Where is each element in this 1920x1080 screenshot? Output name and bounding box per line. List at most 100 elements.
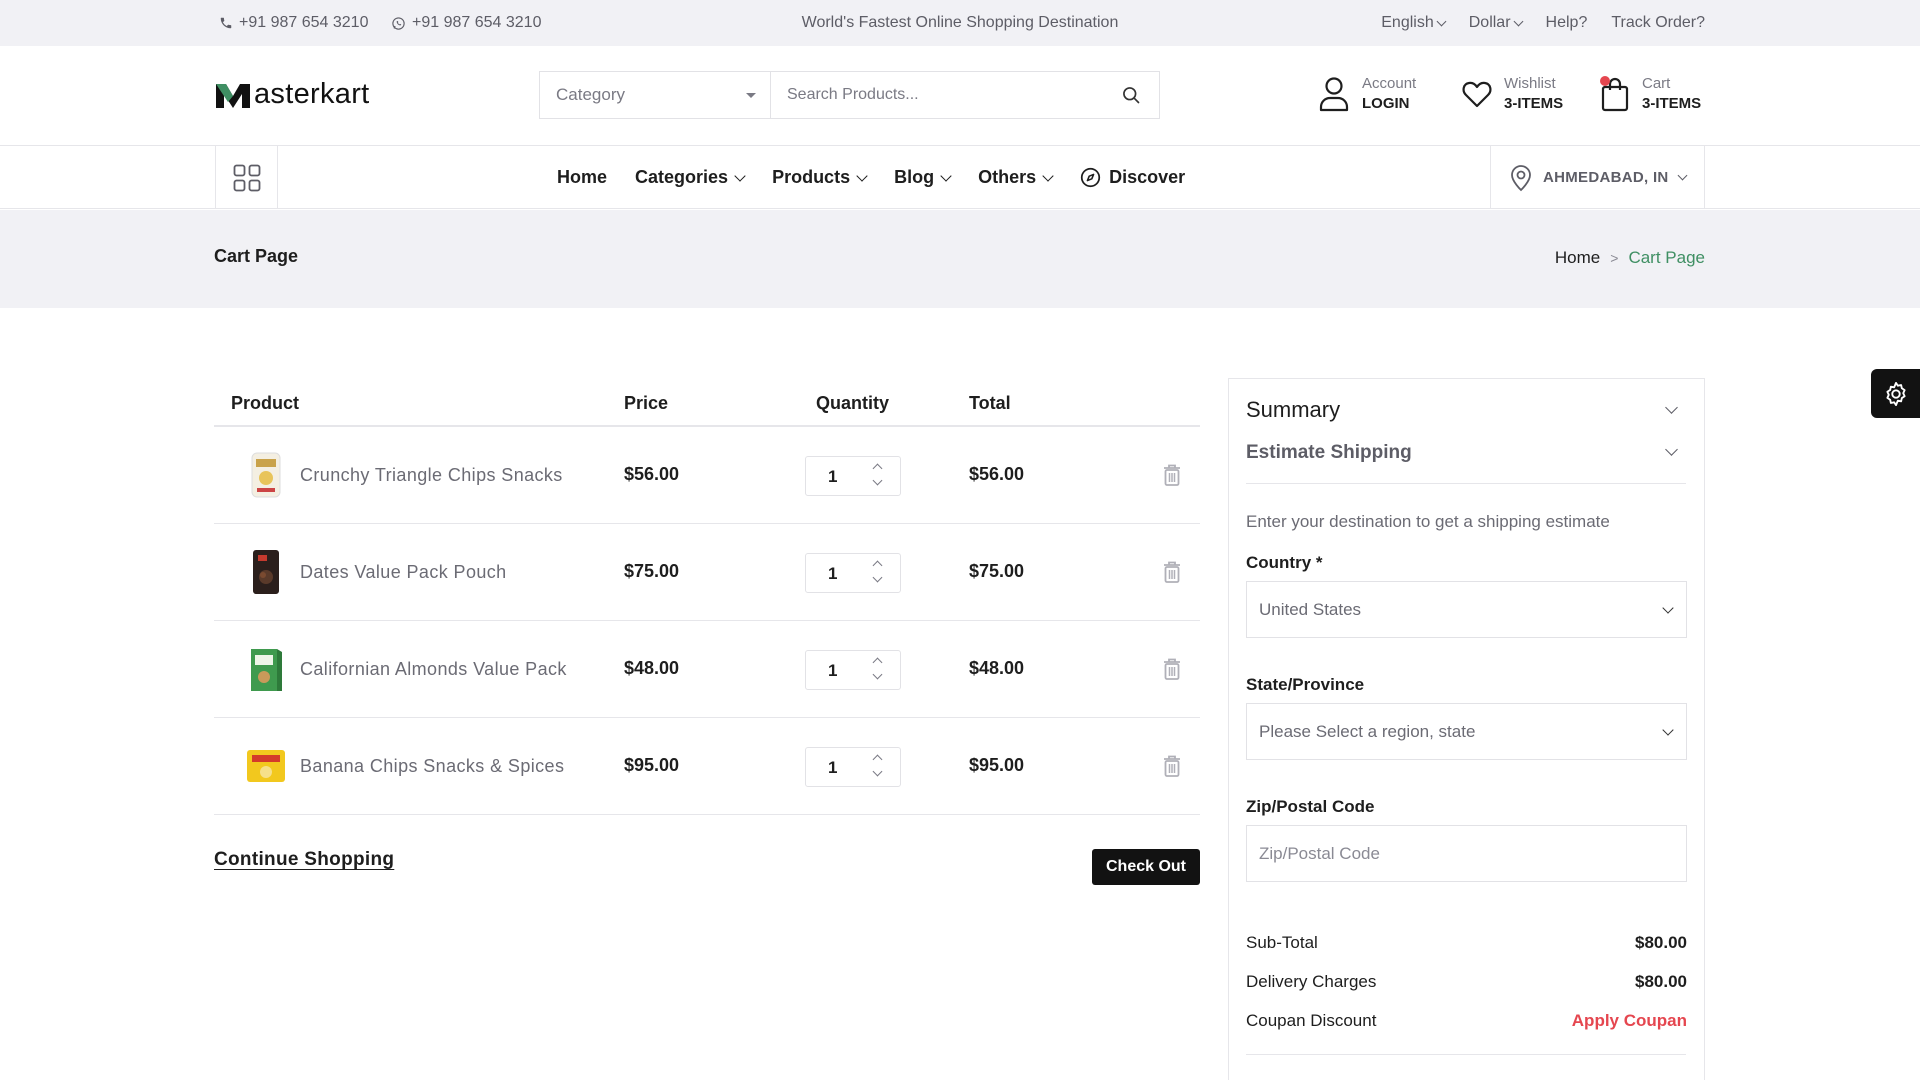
quantity-value: 1 bbox=[828, 758, 838, 777]
nav-item-products[interactable]: Products bbox=[772, 167, 868, 188]
column-header-total: Total bbox=[969, 393, 1011, 413]
account-label: Account bbox=[1362, 75, 1417, 92]
increment-arrow-icon[interactable] bbox=[872, 463, 883, 474]
all-categories-button[interactable] bbox=[215, 146, 278, 209]
cart-table-header: Product Price Quantity Total bbox=[214, 377, 1200, 427]
chevron-down-icon bbox=[1677, 170, 1688, 181]
subtotal-row: Sub-Total $80.00 bbox=[1246, 933, 1687, 953]
zip-input[interactable] bbox=[1259, 843, 1672, 864]
subtotal-label: Sub-Total bbox=[1246, 933, 1318, 952]
continue-shopping-link[interactable]: Continue Shopping bbox=[214, 849, 394, 871]
user-icon bbox=[1319, 77, 1349, 112]
search-bar: Category bbox=[539, 71, 1160, 119]
product-thumbnail[interactable] bbox=[246, 645, 286, 693]
product-thumbnail[interactable] bbox=[246, 742, 286, 790]
account-value: LOGIN bbox=[1362, 95, 1410, 112]
decrement-arrow-icon[interactable] bbox=[872, 572, 883, 583]
estimate-shipping-title[interactable]: Estimate Shipping bbox=[1246, 442, 1412, 464]
breadcrumb-current: Cart Page bbox=[1628, 248, 1705, 267]
logo-text: asterkart bbox=[254, 78, 370, 110]
nav-item-label: Blog bbox=[894, 167, 935, 187]
wishlist-label: Wishlist bbox=[1504, 75, 1556, 92]
phone-icon bbox=[220, 17, 232, 29]
product-price: $95.00 bbox=[624, 755, 680, 775]
page-title: Cart Page bbox=[214, 246, 299, 266]
gear-icon bbox=[1885, 381, 1906, 406]
chevron-down-icon[interactable] bbox=[1665, 443, 1678, 456]
whatsapp-contact[interactable]: +91 987 654 3210 bbox=[391, 0, 541, 46]
cart-link[interactable]: Cart 3-ITEMS bbox=[1600, 74, 1701, 114]
trash-icon[interactable] bbox=[1162, 560, 1182, 584]
nav-item-blog[interactable]: Blog bbox=[894, 167, 952, 188]
phone-contact[interactable]: +91 987 654 3210 bbox=[219, 0, 368, 46]
nav-item-others[interactable]: Others bbox=[978, 167, 1054, 188]
decrement-arrow-icon[interactable] bbox=[872, 475, 883, 486]
decrement-arrow-icon[interactable] bbox=[872, 669, 883, 680]
language-select[interactable]: English bbox=[1381, 14, 1447, 32]
help-link[interactable]: Help? bbox=[1546, 14, 1588, 32]
product-name[interactable]: Banana Chips Snacks & Spices bbox=[300, 756, 564, 777]
account-link[interactable]: Account LOGIN bbox=[1318, 74, 1416, 114]
page-title-band: Cart Page Home > Cart Page bbox=[0, 210, 1920, 308]
trash-icon[interactable] bbox=[1162, 657, 1182, 681]
country-value: United States bbox=[1259, 599, 1362, 619]
column-header-price: Price bbox=[624, 393, 669, 413]
currency-select[interactable]: Dollar bbox=[1469, 14, 1523, 32]
product-name[interactable]: Californian Almonds Value Pack bbox=[300, 659, 567, 680]
nav-item-label: Home bbox=[557, 167, 608, 187]
quantity-stepper[interactable]: 1 bbox=[805, 553, 901, 593]
search-button[interactable] bbox=[1103, 72, 1159, 118]
summary-title[interactable]: Summary bbox=[1246, 397, 1340, 423]
quantity-stepper[interactable]: 1 bbox=[805, 456, 901, 496]
breadcrumb-home[interactable]: Home bbox=[1555, 248, 1600, 268]
heart-icon bbox=[1462, 81, 1492, 108]
cart-table: Product Price Quantity Total Crunchy Tri… bbox=[214, 377, 1200, 815]
category-select[interactable]: Category bbox=[540, 72, 771, 118]
quantity-stepper[interactable]: 1 bbox=[805, 650, 901, 690]
nav-item-home[interactable]: Home bbox=[557, 167, 607, 188]
track-order-link[interactable]: Track Order? bbox=[1611, 14, 1705, 32]
phone-number: +91 987 654 3210 bbox=[239, 14, 369, 31]
increment-arrow-icon[interactable] bbox=[872, 560, 883, 571]
product-name[interactable]: Crunchy Triangle Chips Snacks bbox=[300, 465, 563, 486]
logo[interactable]: asterkart bbox=[214, 78, 370, 111]
zip-field[interactable] bbox=[1246, 825, 1687, 882]
apply-coupon-link[interactable]: Apply Coupan bbox=[1572, 1011, 1687, 1031]
chevron-down-icon bbox=[1042, 169, 1054, 182]
checkout-button[interactable]: Check Out bbox=[1092, 849, 1200, 885]
chevron-down-icon[interactable] bbox=[1665, 401, 1678, 414]
shipping-hint: Enter your destination to get a shipping… bbox=[1246, 512, 1610, 531]
tagline: World's Fastest Online Shopping Destinat… bbox=[801, 14, 1119, 31]
state-select[interactable]: Please Select a region, state bbox=[1246, 703, 1687, 760]
coupon-row: Coupan Discount Apply Coupan bbox=[1246, 1011, 1687, 1031]
wishlist-link[interactable]: Wishlist 3-ITEMS bbox=[1462, 74, 1563, 114]
product-price: $75.00 bbox=[624, 561, 680, 581]
summary-panel: Summary Estimate Shipping Enter your des… bbox=[1228, 378, 1705, 1080]
quantity-stepper[interactable]: 1 bbox=[805, 747, 901, 787]
trash-icon[interactable] bbox=[1162, 463, 1182, 487]
cart-label: Cart bbox=[1642, 75, 1671, 92]
increment-arrow-icon[interactable] bbox=[872, 657, 883, 668]
breadcrumb: Home > Cart Page bbox=[1555, 248, 1705, 268]
product-thumbnail[interactable] bbox=[246, 451, 286, 499]
product-total: $56.00 bbox=[969, 464, 1025, 484]
trash-icon[interactable] bbox=[1162, 754, 1182, 778]
delivery-row: Delivery Charges $80.00 bbox=[1246, 972, 1687, 992]
divider bbox=[1246, 483, 1686, 484]
nav-item-categories[interactable]: Categories bbox=[635, 167, 746, 188]
settings-button[interactable] bbox=[1871, 369, 1920, 418]
location-select[interactable]: AHMEDABAD, IN bbox=[1490, 146, 1705, 209]
cart-row: Crunchy Triangle Chips Snacks $56.00 1 $… bbox=[214, 427, 1200, 524]
country-select[interactable]: United States bbox=[1246, 581, 1687, 638]
quantity-value: 1 bbox=[828, 564, 838, 583]
location-label: AHMEDABAD, IN bbox=[1543, 169, 1669, 186]
coupon-label: Coupan Discount bbox=[1246, 1011, 1377, 1030]
product-thumbnail[interactable] bbox=[246, 548, 286, 596]
decrement-arrow-icon[interactable] bbox=[872, 766, 883, 777]
product-price: $48.00 bbox=[624, 658, 680, 678]
cart-notification-dot bbox=[1600, 76, 1610, 86]
product-name[interactable]: Dates Value Pack Pouch bbox=[300, 562, 507, 583]
nav-item-discover[interactable]: Discover bbox=[1080, 167, 1185, 188]
search-input[interactable] bbox=[771, 72, 1103, 118]
increment-arrow-icon[interactable] bbox=[872, 754, 883, 765]
